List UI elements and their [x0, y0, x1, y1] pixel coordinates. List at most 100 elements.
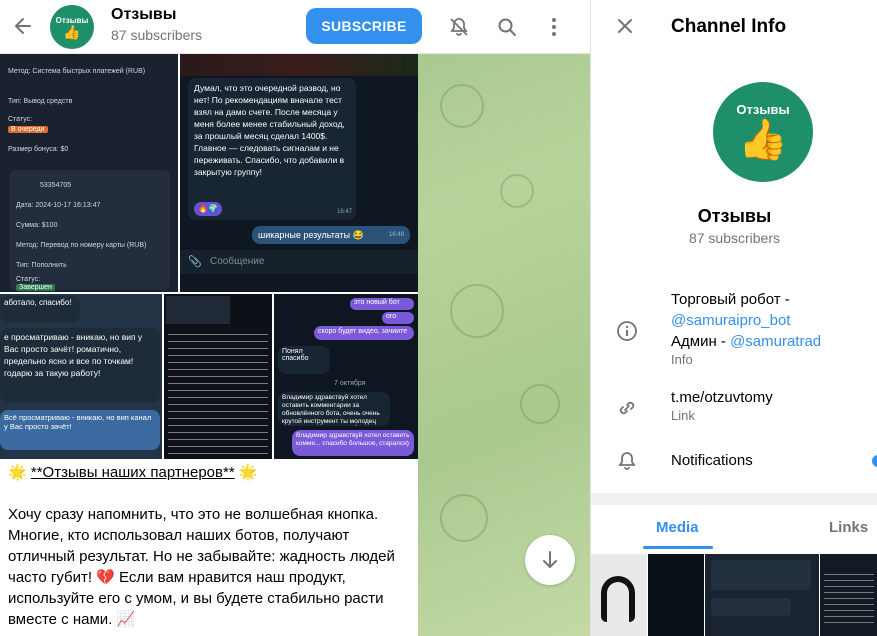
close-icon[interactable] — [611, 12, 639, 40]
review-screenshot-thanks[interactable]: аботало, спасибо! е просматриваю - вника… — [0, 294, 162, 459]
channel-info-panel: Channel Info Отзывы 👍 Отзывы 87 subscrib… — [590, 0, 877, 636]
more-vertical-icon[interactable] — [539, 12, 569, 42]
bell-icon — [615, 449, 639, 473]
transaction-type: Тип: Пополнить — [16, 262, 67, 269]
channel-post: Метод: Система быстрых платежей (RUB) Ти… — [0, 54, 418, 636]
purple-bubble: ого — [382, 312, 414, 324]
background-pattern — [440, 494, 488, 542]
thanks-bubble: аботало, спасибо! — [0, 296, 80, 322]
admin-link[interactable]: @samuratrad — [730, 333, 821, 350]
link-value: t.me/otzuvtomy — [671, 389, 773, 406]
media-item[interactable] — [648, 554, 704, 636]
chat-header: Отзывы 👍 Отзывы 87 subscribers SUBSCRIBE — [0, 0, 590, 54]
channel-name: Отзывы — [697, 206, 772, 226]
transaction-id: 53354705 — [40, 182, 72, 189]
quoted-text: Всё просматриваю - вникаю, но вип канал … — [4, 413, 152, 431]
notifications-label: Notifications — [671, 452, 753, 469]
info-label: Info — [671, 352, 693, 367]
post-caption: 🌟 **Отзывы наших партнеров** 🌟 Хочу сраз… — [8, 462, 412, 630]
media-item[interactable] — [820, 554, 877, 636]
media-thumbnail-lines — [824, 574, 874, 624]
headphones-icon — [601, 576, 635, 622]
background-pattern — [520, 384, 560, 424]
panel-title: Channel Info — [671, 16, 787, 37]
back-arrow-icon[interactable] — [8, 11, 38, 41]
bubble-text: скоро будет видео, зачиите — [318, 328, 408, 335]
link-block[interactable]: t.me/otzuvtomy Link — [671, 387, 871, 423]
paperclip-icon: 📎 — [188, 256, 202, 268]
transaction-status-badge: Завершен — [16, 284, 55, 291]
quoted-reply: Всё просматриваю - вникаю, но вип канал … — [0, 410, 160, 450]
scroll-down-button[interactable] — [525, 535, 575, 585]
purple-bubble: скоро будет видео, зачиите — [314, 326, 414, 340]
review-screenshot-list[interactable] — [164, 294, 272, 459]
info-icon — [615, 319, 639, 343]
info-text: Админ - — [671, 333, 731, 350]
bonus-label: Размер бонуса: $0 — [8, 146, 69, 153]
caption-title-line: 🌟 **Отзывы наших партнеров** 🌟 — [8, 462, 412, 483]
thumbs-up-icon: 👍 — [738, 117, 788, 162]
media-item[interactable] — [705, 554, 819, 636]
transaction-status-label: Статус: — [16, 276, 41, 283]
admin-reply-bubble: Владимир здравствуй хотел оставить комме… — [292, 430, 414, 456]
chat-input-bar: 📎 Сообщение — [180, 250, 418, 274]
review-bubble-long: е просматриваю - вникаю, но вип у Вас пр… — [0, 328, 160, 402]
background-pattern — [440, 84, 484, 128]
message-input-placeholder: Сообщение — [210, 256, 265, 267]
review-text: Думал, что это очередной развод, но нет!… — [194, 83, 345, 177]
date-separator: 7 октября — [334, 380, 366, 387]
caption-body: Хочу сразу напомнить, что это не волшебн… — [8, 506, 395, 628]
transaction-card: 53354705 Дата: 2024-10-17 16:13:47 Сумма… — [10, 170, 170, 291]
info-block[interactable]: Торговый робот - @samuraipro_bot Админ -… — [671, 289, 871, 367]
bubble-text: Понял спасибо — [282, 348, 309, 362]
bell-off-icon[interactable] — [444, 12, 474, 42]
reply-text: шикарные результаты 😂 — [258, 230, 364, 240]
reply-bubble: шикарные результаты 😂 16:48 — [252, 226, 410, 244]
message-time: 16:47 — [336, 209, 352, 215]
reply-time: 16:48 — [388, 232, 404, 238]
search-icon[interactable] — [492, 12, 522, 42]
channel-subscribers: 87 subscribers — [111, 27, 203, 43]
link-label: Link — [671, 408, 695, 423]
transaction-date: Дата: 2024-10-17 16:13:47 — [16, 202, 101, 209]
comment-bubble: Владимир здравствуй хотел оставить комме… — [278, 392, 390, 426]
review-screenshot-chat[interactable]: Думал, что это очередной развод, но нет!… — [180, 54, 418, 292]
status-label: Статус: — [8, 116, 33, 123]
star-emoji: 🌟 — [238, 464, 258, 481]
reply-bubble: Понял спасибо — [278, 346, 330, 374]
transaction-sum: Сумма: $100 — [16, 222, 58, 229]
bubble-text: Владимир здравствуй хотел оставить комме… — [282, 394, 380, 425]
review-screenshot-transactions[interactable]: Метод: Система быстрых платежей (RUB) Ти… — [0, 54, 178, 292]
review-text-long: е просматриваю - вникаю, но вип у Вас пр… — [4, 332, 143, 378]
thanks-text: аботало, спасибо! — [4, 298, 72, 307]
bot-link[interactable]: @samuraipro_bot — [671, 312, 790, 329]
avatar-text: Отзывы — [736, 101, 790, 117]
info-line-2: Админ - @samuratrad — [671, 331, 871, 352]
review-screenshot-admin-chat[interactable]: это новый бот ого скоро будет видео, зач… — [274, 294, 418, 459]
bubble-text: Владимир здравствуй хотел оставить комме… — [296, 432, 410, 447]
text-lines — [168, 334, 268, 454]
media-thumbnail-bubble — [711, 560, 811, 590]
active-tab-indicator — [643, 546, 713, 549]
notifications-toggle[interactable] — [872, 455, 877, 467]
caption-title: **Отзывы наших партнеров** — [30, 464, 235, 481]
media-thumbnail-bubble — [711, 598, 791, 616]
channel-avatar-large[interactable]: Отзывы 👍 — [713, 82, 813, 182]
chat-area[interactable]: Метод: Система быстрых платежей (RUB) Ти… — [0, 54, 590, 636]
media-item[interactable] — [591, 554, 647, 636]
channel-title[interactable]: Отзывы — [111, 6, 176, 24]
background-pattern — [500, 174, 534, 208]
channel-subscriber-count: 87 subscribers — [688, 230, 781, 246]
tab-links[interactable]: Links — [829, 519, 868, 536]
bubble-text: это новый бот — [354, 299, 400, 306]
background-pattern — [450, 284, 504, 338]
channel-avatar[interactable]: Отзывы 👍 — [50, 5, 94, 49]
subscribe-button[interactable]: SUBSCRIBE — [306, 8, 422, 44]
chart-thumbnail — [180, 54, 418, 76]
tab-media[interactable]: Media — [656, 519, 699, 536]
info-line-1: Торговый робот - @samuraipro_bot — [671, 289, 871, 331]
type-label: Тип: Вывод средств — [8, 98, 73, 105]
review-bubble: Думал, что это очередной развод, но нет!… — [188, 78, 356, 220]
media-grid — [591, 554, 877, 636]
link-icon — [615, 396, 639, 420]
